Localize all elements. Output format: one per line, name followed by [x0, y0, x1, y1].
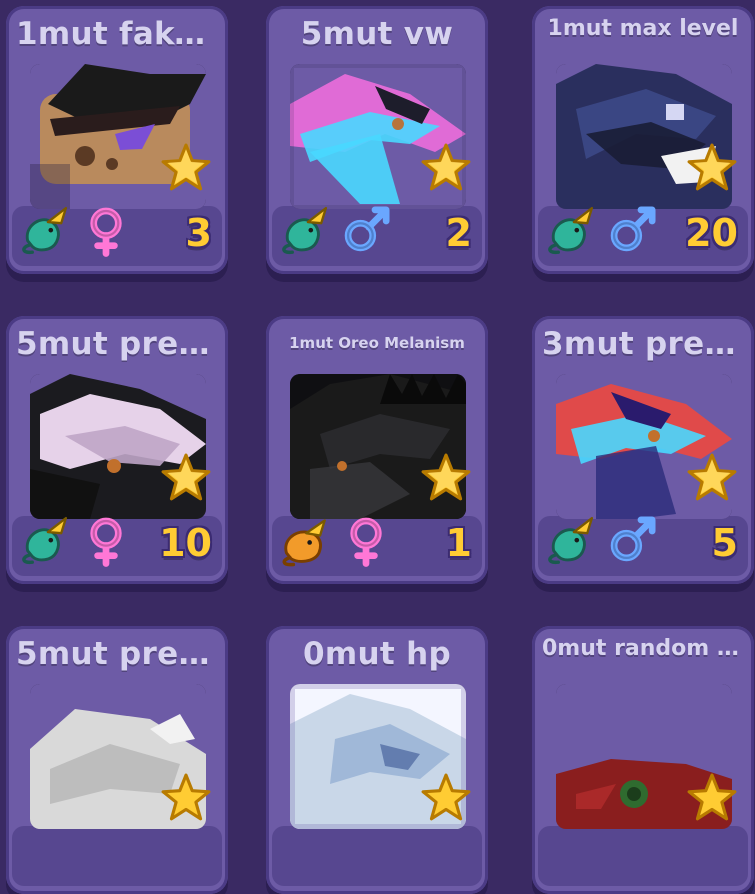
favorite-star-icon[interactable] [686, 142, 738, 194]
teal-dragon-icon [548, 516, 594, 565]
pet-level: 10 [159, 521, 212, 565]
male-icon [344, 206, 390, 252]
favorite-star-icon[interactable] [420, 142, 472, 194]
female-icon [350, 517, 382, 567]
male-icon [610, 206, 656, 252]
pet-title: 5mut pretty [16, 636, 218, 672]
favorite-star-icon[interactable] [420, 452, 472, 504]
favorite-star-icon[interactable] [686, 772, 738, 824]
favorite-star-icon[interactable] [420, 772, 472, 824]
teal-dragon-icon [22, 516, 68, 565]
teal-dragon-icon [548, 206, 594, 255]
pet-card-3[interactable]: 1mut max level 20 [532, 6, 754, 274]
pet-card-5[interactable]: 1mut Oreo Melanism 1 [266, 316, 488, 584]
inventory-grid: 1mut fake vw [0, 0, 755, 894]
pet-level: 2 [445, 211, 472, 255]
pet-title: 1mut Oreo Melanism [289, 334, 465, 352]
favorite-star-icon[interactable] [160, 142, 212, 194]
pet-card-9[interactable]: 0mut random lep [532, 626, 754, 894]
male-icon [610, 516, 656, 562]
pet-card-2[interactable]: 5mut vw 2 [266, 6, 488, 274]
pet-level: 20 [685, 211, 738, 255]
favorite-star-icon[interactable] [160, 772, 212, 824]
teal-dragon-icon [282, 206, 328, 255]
pet-card-6[interactable]: 3mut pretty 5 [532, 316, 754, 584]
pet-title: 1mut fake vw [16, 16, 218, 52]
pet-title: 5mut pretty [16, 326, 218, 362]
orange-dragon-icon [282, 519, 326, 567]
pet-level: 3 [185, 211, 212, 255]
teal-dragon-icon [22, 206, 68, 255]
pet-title: 0mut random lep [542, 636, 744, 661]
favorite-star-icon[interactable] [160, 452, 212, 504]
female-icon [90, 517, 122, 567]
pet-level: 1 [445, 521, 472, 565]
pet-card-8[interactable]: 0mut hp [266, 626, 488, 894]
pet-card-7[interactable]: 5mut pretty [6, 626, 228, 894]
pet-title: 3mut pretty [542, 326, 744, 362]
favorite-star-icon[interactable] [686, 452, 738, 504]
pet-title: 5mut vw [300, 16, 454, 52]
pet-card-1[interactable]: 1mut fake vw [6, 6, 228, 274]
pet-card-4[interactable]: 5mut pretty 10 [6, 316, 228, 584]
pet-title: 0mut hp [303, 636, 451, 672]
female-icon [90, 207, 122, 257]
pet-title: 1mut max level [547, 16, 739, 41]
pet-level: 5 [711, 521, 738, 565]
